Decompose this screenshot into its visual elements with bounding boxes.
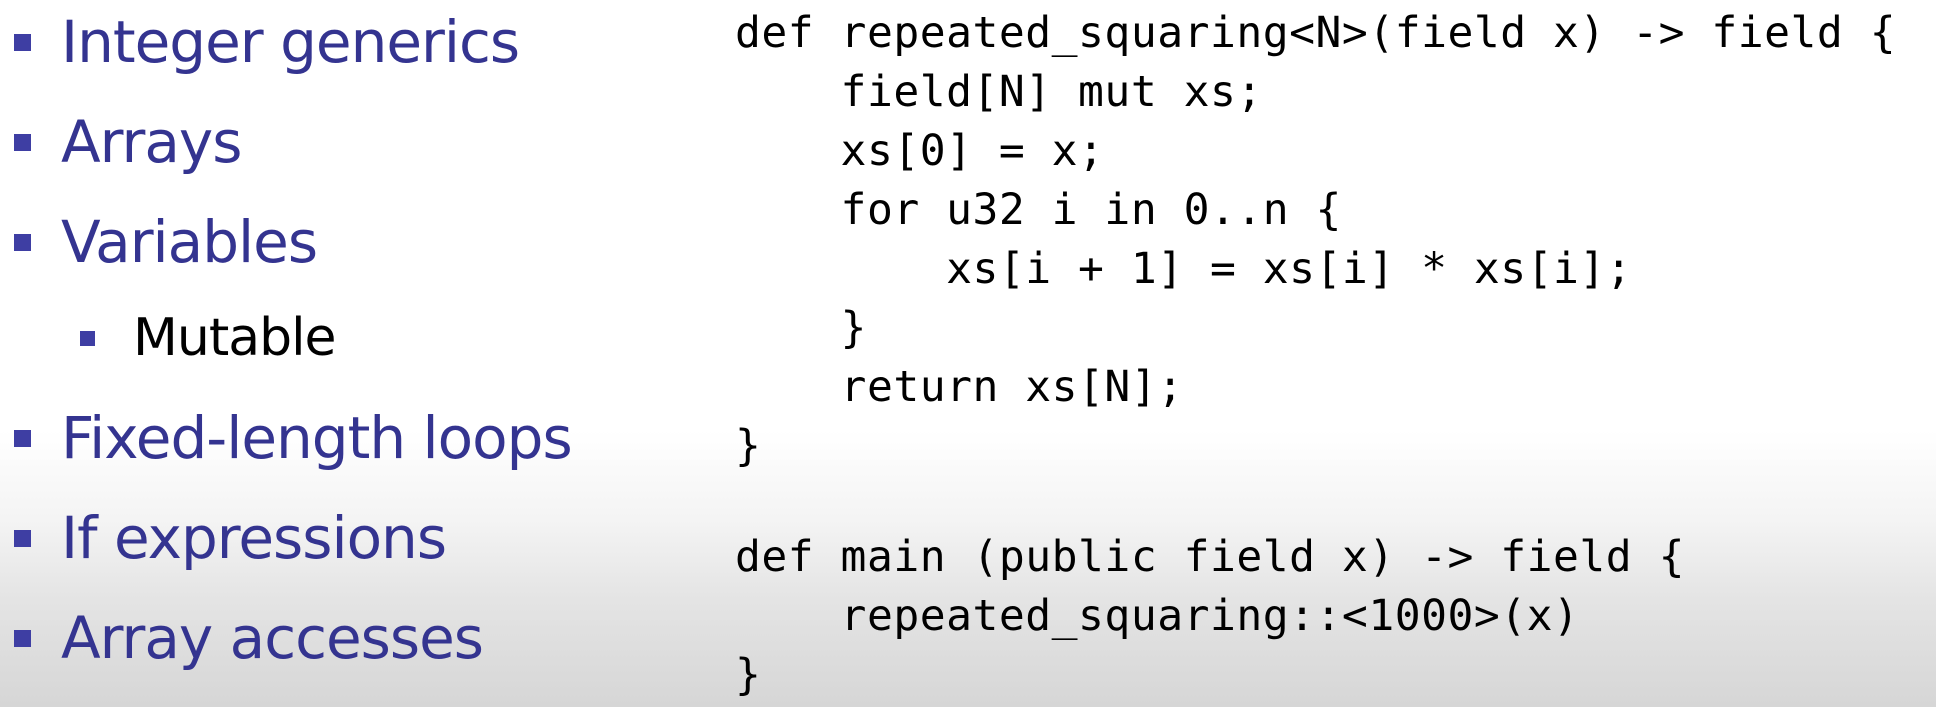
sub-bullet-marker-icon xyxy=(80,330,95,346)
bullet-label: Array accesses xyxy=(61,604,484,672)
sub-bullet-mutable: Mutable xyxy=(80,308,337,368)
code-line-8: } xyxy=(735,421,762,471)
bullet-array-accesses: Array accesses xyxy=(14,604,484,672)
code-line-11: } xyxy=(735,650,762,700)
bullet-variables: Variables xyxy=(14,208,318,276)
code-line-2: field[N] mut xs; xyxy=(735,67,1263,117)
bullet-label: Integer generics xyxy=(61,8,520,76)
bullet-marker-icon xyxy=(14,629,31,647)
bullet-arrays: Arrays xyxy=(14,108,242,176)
bullet-label: Arrays xyxy=(61,108,242,176)
code-line-7: return xs[N]; xyxy=(735,362,1184,412)
code-line-3: xs[0] = x; xyxy=(735,126,1105,176)
code-line-1: def repeated_squaring<N>(field x) -> fie… xyxy=(735,8,1897,58)
code-line-6: } xyxy=(735,303,867,353)
bullet-label: Fixed-length loops xyxy=(61,404,573,472)
bullet-marker-icon xyxy=(14,233,31,251)
sub-bullet-label: Mutable xyxy=(133,308,337,368)
code-line-9: def main (public field x) -> field { xyxy=(735,532,1685,582)
bullet-fixed-length-loops: Fixed-length loops xyxy=(14,404,573,472)
bullet-marker-icon xyxy=(14,33,31,51)
code-line-4: for u32 i in 0..n { xyxy=(735,185,1342,235)
feature-bullet-list: Integer generics Arrays Variables Mutabl… xyxy=(0,0,700,707)
bullet-marker-icon xyxy=(14,529,31,547)
code-block: def repeated_squaring<N>(field x) -> fie… xyxy=(735,0,1925,707)
bullet-label: Variables xyxy=(61,208,318,276)
code-line-10: repeated_squaring::<1000>(x) xyxy=(735,591,1580,641)
bullet-integer-generics: Integer generics xyxy=(14,8,520,76)
bullet-marker-icon xyxy=(14,133,31,151)
bullet-if-expressions: If expressions xyxy=(14,504,447,572)
bullet-marker-icon xyxy=(14,429,31,447)
bullet-label: If expressions xyxy=(61,504,447,572)
code-line-5: xs[i + 1] = xs[i] * xs[i]; xyxy=(735,244,1633,294)
